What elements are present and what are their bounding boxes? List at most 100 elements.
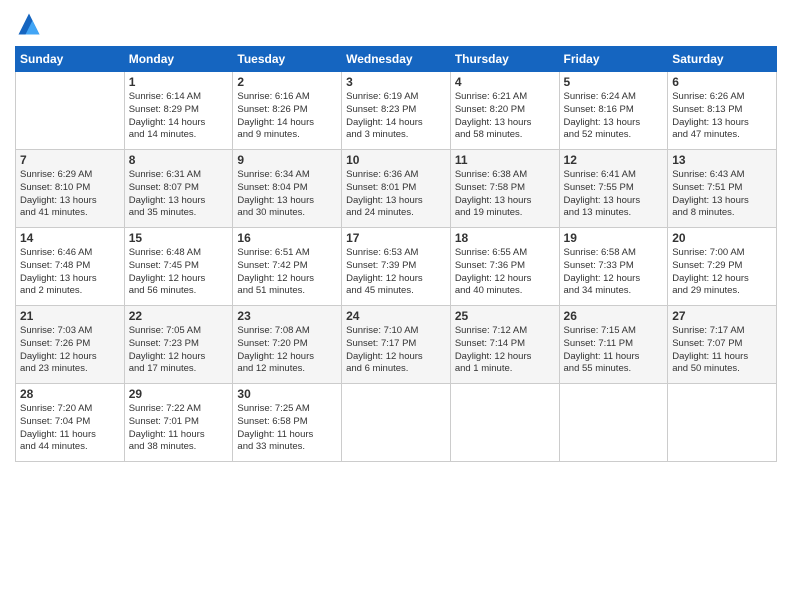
day-info: Sunrise: 7:05 AM Sunset: 7:23 PM Dayligh…: [129, 325, 229, 376]
weekday-header: Tuesday: [233, 47, 342, 72]
day-info: Sunrise: 6:51 AM Sunset: 7:42 PM Dayligh…: [237, 247, 337, 298]
day-number: 15: [129, 231, 229, 245]
calendar-cell: 16 Sunrise: 6:51 AM Sunset: 7:42 PM Dayli…: [233, 228, 342, 306]
calendar-cell: 13 Sunrise: 6:43 AM Sunset: 7:51 PM Dayli…: [668, 150, 777, 228]
weekday-header: Saturday: [668, 47, 777, 72]
day-info: Sunrise: 7:03 AM Sunset: 7:26 PM Dayligh…: [20, 325, 120, 376]
calendar-cell: 14Sunrise: 6:46 AM Sunset: 7:48 PM Dayli…: [16, 228, 125, 306]
calendar-cell: 25 Sunrise: 7:12 AM Sunset: 7:14 PM Dayli…: [450, 306, 559, 384]
day-number: 7: [20, 153, 120, 167]
calendar-week-row: 14Sunrise: 6:46 AM Sunset: 7:48 PM Dayli…: [16, 228, 777, 306]
day-number: 12: [564, 153, 664, 167]
day-info: Sunrise: 7:00 AM Sunset: 7:29 PM Dayligh…: [672, 247, 772, 298]
calendar-week-row: 21 Sunrise: 7:03 AM Sunset: 7:26 PM Dayli…: [16, 306, 777, 384]
day-number: 18: [455, 231, 555, 245]
day-number: 9: [237, 153, 337, 167]
day-number: 8: [129, 153, 229, 167]
calendar-cell: 24 Sunrise: 7:10 AM Sunset: 7:17 PM Dayli…: [342, 306, 451, 384]
logo-icon: [15, 10, 43, 38]
day-number: 22: [129, 309, 229, 323]
calendar-cell: 30 Sunrise: 7:25 AM Sunset: 6:58 PM Dayli…: [233, 384, 342, 462]
day-info: Sunrise: 6:53 AM Sunset: 7:39 PM Dayligh…: [346, 247, 446, 298]
day-info: Sunrise: 7:08 AM Sunset: 7:20 PM Dayligh…: [237, 325, 337, 376]
calendar-table: SundayMondayTuesdayWednesdayThursdayFrid…: [15, 46, 777, 462]
weekday-header: Monday: [124, 47, 233, 72]
calendar-cell: 1 Sunrise: 6:14 AM Sunset: 8:29 PM Daylig…: [124, 72, 233, 150]
day-number: 26: [564, 309, 664, 323]
day-number: 25: [455, 309, 555, 323]
day-info: Sunrise: 6:24 AM Sunset: 8:16 PM Dayligh…: [564, 91, 664, 142]
calendar-cell: 20 Sunrise: 7:00 AM Sunset: 7:29 PM Dayli…: [668, 228, 777, 306]
day-info: Sunrise: 6:16 AM Sunset: 8:26 PM Dayligh…: [237, 91, 337, 142]
calendar-cell: 2Sunrise: 6:16 AM Sunset: 8:26 PM Daylig…: [233, 72, 342, 150]
day-number: 11: [455, 153, 555, 167]
calendar-cell: [450, 384, 559, 462]
day-info: Sunrise: 7:12 AM Sunset: 7:14 PM Dayligh…: [455, 325, 555, 376]
day-info: Sunrise: 6:36 AM Sunset: 8:01 PM Dayligh…: [346, 169, 446, 220]
calendar-week-row: 28 Sunrise: 7:20 AM Sunset: 7:04 PM Dayli…: [16, 384, 777, 462]
day-info: Sunrise: 6:43 AM Sunset: 7:51 PM Dayligh…: [672, 169, 772, 220]
day-number: 30: [237, 387, 337, 401]
day-number: 28: [20, 387, 120, 401]
day-info: Sunrise: 6:29 AM Sunset: 8:10 PM Dayligh…: [20, 169, 120, 220]
calendar-cell: 12 Sunrise: 6:41 AM Sunset: 7:55 PM Dayli…: [559, 150, 668, 228]
day-info: Sunrise: 6:14 AM Sunset: 8:29 PM Dayligh…: [129, 91, 229, 142]
day-number: 4: [455, 75, 555, 89]
day-number: 20: [672, 231, 772, 245]
calendar-cell: 18 Sunrise: 6:55 AM Sunset: 7:36 PM Dayli…: [450, 228, 559, 306]
day-info: Sunrise: 6:58 AM Sunset: 7:33 PM Dayligh…: [564, 247, 664, 298]
calendar-cell: [16, 72, 125, 150]
calendar-cell: 11 Sunrise: 6:38 AM Sunset: 7:58 PM Dayli…: [450, 150, 559, 228]
day-info: Sunrise: 6:55 AM Sunset: 7:36 PM Dayligh…: [455, 247, 555, 298]
calendar-cell: 29 Sunrise: 7:22 AM Sunset: 7:01 PM Dayli…: [124, 384, 233, 462]
calendar-week-row: 1 Sunrise: 6:14 AM Sunset: 8:29 PM Daylig…: [16, 72, 777, 150]
day-info: Sunrise: 7:10 AM Sunset: 7:17 PM Dayligh…: [346, 325, 446, 376]
calendar-cell: 5 Sunrise: 6:24 AM Sunset: 8:16 PM Daylig…: [559, 72, 668, 150]
day-info: Sunrise: 6:21 AM Sunset: 8:20 PM Dayligh…: [455, 91, 555, 142]
day-info: Sunrise: 6:19 AM Sunset: 8:23 PM Dayligh…: [346, 91, 446, 142]
calendar-cell: [342, 384, 451, 462]
day-info: Sunrise: 6:38 AM Sunset: 7:58 PM Dayligh…: [455, 169, 555, 220]
day-number: 24: [346, 309, 446, 323]
day-number: 19: [564, 231, 664, 245]
calendar-cell: 9 Sunrise: 6:34 AM Sunset: 8:04 PM Daylig…: [233, 150, 342, 228]
day-number: 16: [237, 231, 337, 245]
day-info: Sunrise: 7:17 AM Sunset: 7:07 PM Dayligh…: [672, 325, 772, 376]
day-number: 1: [129, 75, 229, 89]
day-info: Sunrise: 6:41 AM Sunset: 7:55 PM Dayligh…: [564, 169, 664, 220]
day-number: 21: [20, 309, 120, 323]
calendar-cell: 4 Sunrise: 6:21 AM Sunset: 8:20 PM Daylig…: [450, 72, 559, 150]
day-info: Sunrise: 7:22 AM Sunset: 7:01 PM Dayligh…: [129, 403, 229, 454]
calendar-cell: 23 Sunrise: 7:08 AM Sunset: 7:20 PM Dayli…: [233, 306, 342, 384]
calendar-cell: 22 Sunrise: 7:05 AM Sunset: 7:23 PM Dayli…: [124, 306, 233, 384]
calendar-cell: 6Sunrise: 6:26 AM Sunset: 8:13 PM Daylig…: [668, 72, 777, 150]
calendar-cell: 8Sunrise: 6:31 AM Sunset: 8:07 PM Daylig…: [124, 150, 233, 228]
day-number: 27: [672, 309, 772, 323]
day-number: 3: [346, 75, 446, 89]
logo: [15, 10, 47, 38]
calendar-cell: 27 Sunrise: 7:17 AM Sunset: 7:07 PM Dayli…: [668, 306, 777, 384]
page-header: [15, 10, 777, 38]
calendar-cell: [559, 384, 668, 462]
day-number: 6: [672, 75, 772, 89]
calendar-cell: 15 Sunrise: 6:48 AM Sunset: 7:45 PM Dayli…: [124, 228, 233, 306]
day-info: Sunrise: 7:20 AM Sunset: 7:04 PM Dayligh…: [20, 403, 120, 454]
calendar-cell: 26Sunrise: 7:15 AM Sunset: 7:11 PM Dayli…: [559, 306, 668, 384]
weekday-header: Friday: [559, 47, 668, 72]
calendar-cell: 10 Sunrise: 6:36 AM Sunset: 8:01 PM Dayli…: [342, 150, 451, 228]
day-info: Sunrise: 6:48 AM Sunset: 7:45 PM Dayligh…: [129, 247, 229, 298]
weekday-header: Wednesday: [342, 47, 451, 72]
calendar-week-row: 7 Sunrise: 6:29 AM Sunset: 8:10 PM Daylig…: [16, 150, 777, 228]
day-info: Sunrise: 7:25 AM Sunset: 6:58 PM Dayligh…: [237, 403, 337, 454]
day-number: 29: [129, 387, 229, 401]
calendar-cell: 7 Sunrise: 6:29 AM Sunset: 8:10 PM Daylig…: [16, 150, 125, 228]
day-number: 5: [564, 75, 664, 89]
day-info: Sunrise: 6:46 AM Sunset: 7:48 PM Dayligh…: [20, 247, 120, 298]
day-info: Sunrise: 6:34 AM Sunset: 8:04 PM Dayligh…: [237, 169, 337, 220]
weekday-header: Thursday: [450, 47, 559, 72]
calendar-cell: 3 Sunrise: 6:19 AM Sunset: 8:23 PM Daylig…: [342, 72, 451, 150]
day-number: 10: [346, 153, 446, 167]
day-number: 13: [672, 153, 772, 167]
day-number: 23: [237, 309, 337, 323]
day-number: 17: [346, 231, 446, 245]
